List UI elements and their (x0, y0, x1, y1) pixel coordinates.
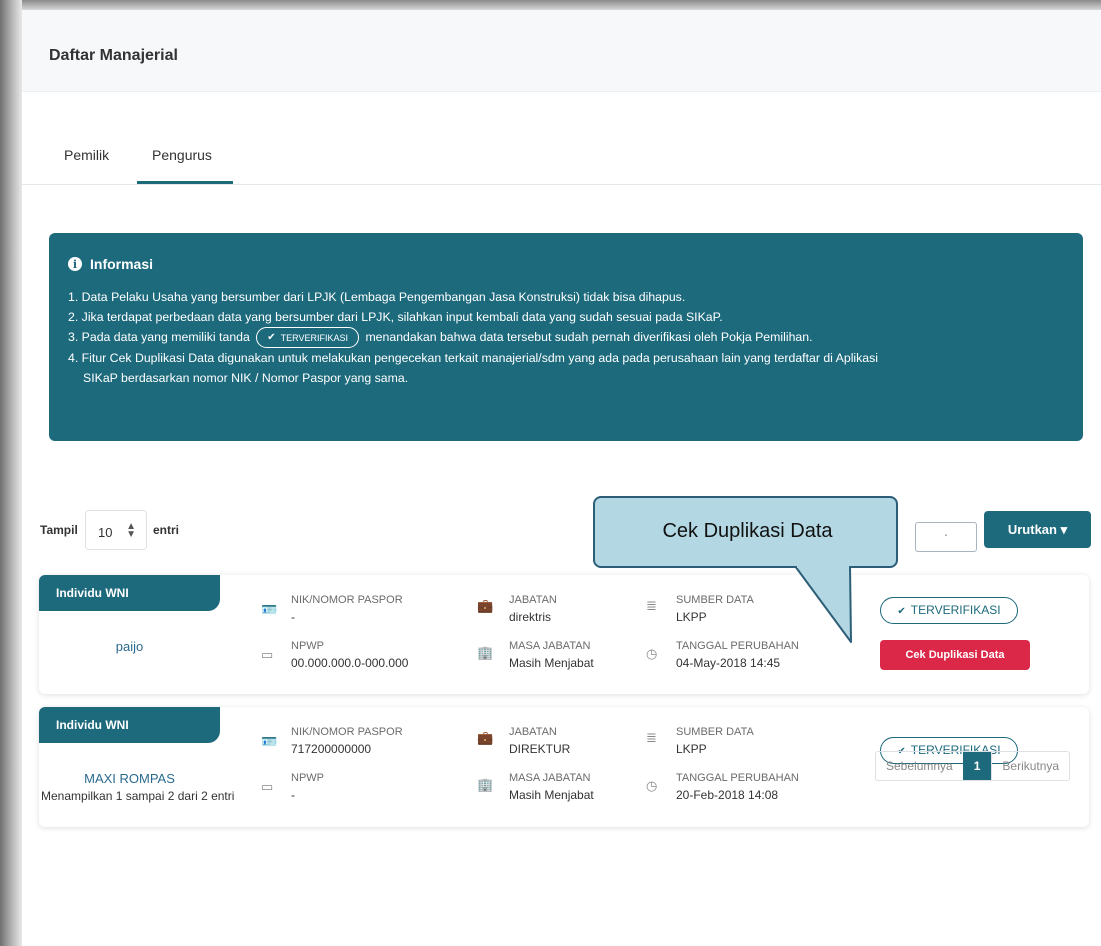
active-tab-indicator (137, 181, 233, 184)
nik-field: NIK/NOMOR PASPOR - (291, 594, 403, 624)
record-type-tag: Individu WNI (39, 575, 220, 611)
callout-bubble: Cek Duplikasi Data (593, 496, 898, 568)
clock-icon: ◷ (646, 646, 658, 661)
tanggal-perubahan-field: TANGGAL PERUBAHAN 20-Feb-2018 14:08 (676, 772, 799, 802)
masa-jabatan-value: Masih Menjabat (509, 788, 594, 802)
jabatan-value: DIREKTUR (509, 742, 571, 756)
database-icon: ≣ (646, 730, 657, 745)
tab-bar: Pemilik Pengurus (22, 92, 1101, 185)
sort-button[interactable]: Urutkan ▾ (984, 511, 1091, 548)
verified-badge-sample: ✔ TERVERIFIKASI (256, 327, 360, 349)
id-card-icon: 🪪 (261, 602, 278, 617)
sumber-data-label: SUMBER DATA (676, 594, 754, 606)
nik-label: NIK/NOMOR PASPOR (291, 726, 403, 738)
info-item-text: 3. Pada data yang memiliki tanda (68, 330, 250, 344)
updown-arrows-icon: ▲ ▼ (126, 521, 136, 540)
tab-pemilik[interactable]: Pemilik (64, 147, 109, 163)
jabatan-field: JABATAN DIREKTUR (509, 726, 570, 756)
tanggal-perubahan-label: TANGGAL PERUBAHAN (676, 640, 799, 652)
npwp-label: NPWP (291, 640, 324, 652)
info-icon: i (68, 257, 82, 271)
jabatan-field: JABATAN direktris (509, 594, 557, 624)
npwp-value: - (291, 788, 295, 802)
sumber-data-field: SUMBER DATA LKPP (676, 726, 754, 756)
info-item: 2. Jika terdapat perbedaan data yang ber… (68, 310, 723, 324)
sumber-data-field: SUMBER DATA LKPP (676, 594, 754, 624)
record-name: paijo (115, 639, 144, 654)
tab-pengurus[interactable]: Pengurus (152, 147, 212, 163)
nik-field: NIK/NOMOR PASPOR 717200000000 (291, 726, 403, 756)
nik-value: - (291, 610, 295, 624)
jabatan-value: direktris (509, 610, 552, 624)
briefcase-icon: 💼 (477, 598, 494, 613)
clock-icon: ◷ (646, 778, 658, 793)
npwp-field: NPWP - (291, 772, 324, 802)
sumber-data-value: LKPP (676, 742, 707, 756)
pagination-summary: Menampilkan 1 sampai 2 dari 2 entri (41, 789, 235, 803)
info-box: i Informasi 1. Data Pelaku Usaha yang be… (49, 233, 1083, 441)
info-item: SIKaP berdasarkan nomor NIK / Nomor Pasp… (83, 371, 409, 386)
info-item: 1. Data Pelaku Usaha yang bersumber dari… (68, 290, 686, 304)
page-size-value: 10 (98, 525, 113, 540)
screen: Daftar Manajerial Pemilik Pengurus i Inf… (0, 0, 1101, 946)
masa-jabatan-label: MASA JABATAN (509, 640, 591, 652)
page-title: Daftar Manajerial (49, 47, 178, 64)
nik-value: 717200000000 (291, 742, 372, 756)
page-1-button[interactable]: 1 (962, 752, 992, 780)
sumber-data-value: LKPP (676, 610, 707, 624)
page-size-select[interactable]: 10 ▲ ▼ (85, 510, 147, 550)
masa-jabatan-value: Masih Menjabat (509, 656, 594, 670)
credit-card-icon: ▭ (261, 779, 274, 794)
tanggal-perubahan-value: 04-May-2018 14:45 (676, 656, 781, 670)
entries-label: entri (153, 523, 180, 537)
info-item-text: menandakan bahwa data tersebut sudah per… (365, 330, 813, 344)
info-item: 3. Pada data yang memiliki tanda ✔ TERVER… (68, 327, 1064, 349)
npwp-value: 00.000.000.0-000.000 (291, 656, 409, 670)
manajerial-card: Individu WNI paijo 🪪 NIK/NOMOR PASPOR - … (39, 575, 1089, 694)
info-title: Informasi (90, 256, 154, 272)
nik-label: NIK/NOMOR PASPOR (291, 594, 403, 606)
credit-card-icon: ▭ (261, 647, 274, 662)
verified-badge: ✔ TERVERIFIKASI (880, 597, 1018, 624)
tanggal-perubahan-field: TANGGAL PERUBAHAN 04-May-2018 14:45 (676, 640, 799, 670)
callout-text: Cek Duplikasi Data (662, 520, 833, 542)
jabatan-label: JABATAN (509, 594, 557, 606)
record-type-tag: Individu WNI (39, 707, 220, 743)
verified-badge-label: TERVERIFIKASI (280, 332, 349, 343)
masa-jabatan-label: MASA JABATAN (509, 772, 591, 784)
briefcase-icon: 💼 (477, 730, 494, 745)
pagination: Sebelumnya 1 Berikutnya (875, 751, 1071, 781)
tanggal-perubahan-value: 20-Feb-2018 14:08 (676, 788, 779, 802)
check-icon: ✔ (897, 606, 906, 617)
window-shadow-top (0, 0, 1101, 10)
window-shadow-left (0, 0, 22, 946)
info-item: 4. Fitur Cek Duplikasi Data digunakan un… (68, 351, 879, 366)
info-list: 1. Data Pelaku Usaha yang bersumber dari… (68, 287, 1064, 388)
manajerial-panel: Daftar Manajerial Pemilik Pengurus i Inf… (22, 10, 1101, 938)
tanggal-perubahan-label: TANGGAL PERUBAHAN (676, 772, 799, 784)
sumber-data-label: SUMBER DATA (676, 726, 754, 738)
show-label: Tampil (40, 523, 78, 537)
npwp-field: NPWP 00.000.000.0-000.000 (291, 640, 408, 670)
building-icon: 🏢 (477, 777, 494, 792)
search-input[interactable]: · (915, 522, 977, 552)
masa-jabatan-field: MASA JABATAN Masih Menjabat (509, 640, 594, 670)
id-card-icon: 🪪 (261, 734, 278, 749)
duplicate-check-button[interactable]: Cek Duplikasi Data (880, 640, 1030, 670)
verified-label: TERVERIFIKASI (910, 603, 1001, 617)
npwp-label: NPWP (291, 772, 324, 784)
jabatan-label: JABATAN (509, 726, 557, 738)
building-icon: 🏢 (477, 645, 494, 660)
info-heading: i Informasi (68, 256, 1064, 272)
check-icon: ✔ (267, 331, 276, 343)
masa-jabatan-field: MASA JABATAN Masih Menjabat (509, 772, 594, 802)
panel-header: Daftar Manajerial (22, 10, 1101, 92)
next-page-button[interactable]: Berikutnya (991, 752, 1069, 780)
database-icon: ≣ (646, 598, 657, 613)
prev-page-button[interactable]: Sebelumnya (876, 752, 963, 780)
record-name: MAXI ROMPAS (84, 771, 175, 786)
